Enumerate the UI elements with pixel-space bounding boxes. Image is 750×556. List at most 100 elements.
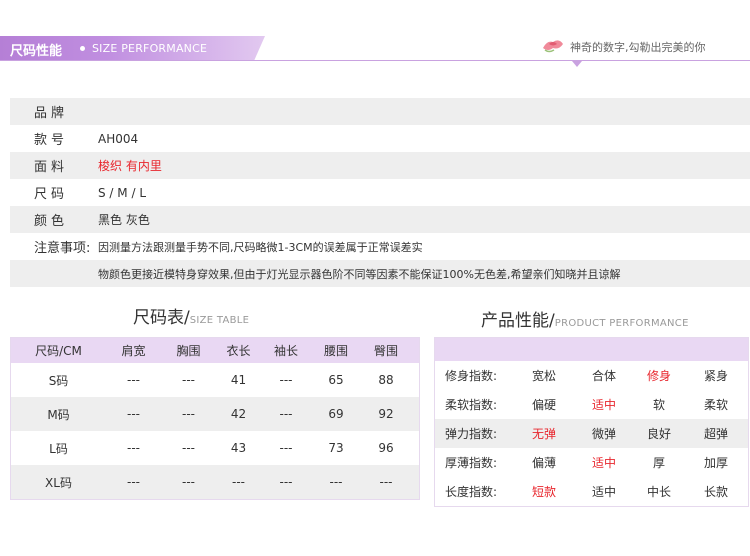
table-cell: --- bbox=[279, 475, 293, 489]
table-row: M码 --- --- 42 --- 69 92 bbox=[11, 397, 419, 431]
perf-label: 柔软指数: bbox=[445, 398, 498, 412]
table-row: L码 --- --- 43 --- 73 96 bbox=[11, 431, 419, 465]
info-value: S / M / L bbox=[98, 185, 146, 200]
perf-option: 柔软 bbox=[703, 398, 728, 412]
perf-row-length: 长度指数: 短款 适中 中长 长款 bbox=[435, 477, 748, 506]
perf-option: 良好 bbox=[646, 427, 671, 441]
info-row-color: 颜色 黑色 灰色 bbox=[10, 206, 750, 233]
header-cell: 衣长 bbox=[226, 344, 251, 358]
header-cell: 尺码/CM bbox=[35, 344, 82, 358]
perf-option: 偏薄 bbox=[531, 456, 556, 470]
perf-option: 适中 bbox=[591, 456, 616, 470]
table-cell: --- bbox=[127, 475, 140, 489]
perf-label: 厚薄指数: bbox=[445, 456, 498, 470]
perf-option: 偏硬 bbox=[531, 398, 556, 412]
table-cell: 65 bbox=[328, 373, 344, 387]
perf-option: 适中 bbox=[591, 398, 616, 412]
table-cell: L码 bbox=[49, 441, 68, 456]
perf-option: 加厚 bbox=[703, 456, 728, 470]
table-cell: 42 bbox=[230, 407, 247, 421]
perf-option: 微弹 bbox=[591, 427, 616, 441]
info-row-notes-continued: 物颜色更接近模特身穿效果,但由于灯光显示器色阶不同等因素不能保证100%无色差,… bbox=[10, 260, 750, 287]
perf-option: 无弹 bbox=[531, 427, 556, 441]
header-cell: 胸围 bbox=[176, 344, 201, 358]
table-cell: --- bbox=[182, 441, 195, 455]
banner-notch-icon bbox=[572, 61, 582, 67]
perf-option: 中长 bbox=[646, 485, 671, 499]
info-row-style-number: 款号 AH004 bbox=[10, 125, 750, 152]
table-cell: 96 bbox=[378, 441, 394, 455]
notes-line-2: 物颜色更接近模特身穿效果,但由于灯光显示器色阶不同等因素不能保证100%无色差,… bbox=[98, 267, 621, 281]
table-cell: 69 bbox=[328, 407, 344, 421]
banner-divider bbox=[0, 60, 750, 61]
performance-table-header bbox=[435, 338, 748, 361]
info-row-size: 尺码 S / M / L bbox=[10, 179, 750, 206]
table-cell: --- bbox=[279, 373, 293, 387]
perf-option: 短款 bbox=[531, 485, 556, 499]
info-label: 尺码 bbox=[34, 187, 69, 202]
table-row: S码 --- --- 41 --- 65 88 bbox=[11, 363, 419, 397]
table-cell: --- bbox=[279, 407, 293, 421]
product-info-table: 品牌 款号 AH004 面料 梭织 有内里 尺码 S / M / L 颜色 黑色… bbox=[10, 98, 750, 287]
banner-title-en: SIZE PERFORMANCE bbox=[92, 42, 208, 55]
table-cell: S码 bbox=[48, 373, 69, 388]
perf-option: 长款 bbox=[703, 485, 728, 499]
table-cell: 73 bbox=[328, 441, 344, 455]
perf-title-cn: 产品性能/ bbox=[481, 311, 555, 331]
header-cell: 袖长 bbox=[273, 344, 298, 358]
table-cell: XL码 bbox=[45, 475, 72, 490]
table-cell: --- bbox=[127, 441, 140, 455]
info-label: 面料 bbox=[34, 160, 69, 175]
info-row-brand: 品牌 bbox=[10, 98, 750, 125]
info-label: 款号 bbox=[34, 133, 69, 148]
header-cell: 肩宽 bbox=[121, 344, 146, 358]
performance-table: 修身指数: 宽松 合体 修身 紧身 柔软指数: 偏硬 适中 软 柔软 弹力指数:… bbox=[434, 337, 749, 507]
perf-option: 软 bbox=[652, 398, 665, 412]
section-banner: 尺码性能 SIZE PERFORMANCE 神奇的数字,勾勒出完美的你 bbox=[0, 36, 750, 67]
table-cell: 92 bbox=[378, 407, 394, 421]
table-row: XL码 --- --- --- --- --- --- bbox=[11, 465, 419, 499]
size-title-cn: 尺码表/ bbox=[133, 308, 190, 328]
table-cell: --- bbox=[127, 407, 140, 421]
perf-option: 紧身 bbox=[703, 369, 728, 383]
banner-title-cn: 尺码性能 bbox=[10, 44, 63, 59]
flower-icon bbox=[543, 40, 563, 53]
perf-option: 超弹 bbox=[703, 427, 728, 441]
table-cell: --- bbox=[182, 373, 195, 387]
size-title-en: SIZE TABLE bbox=[189, 315, 250, 326]
info-row-fabric: 面料 梭织 有内里 bbox=[10, 152, 750, 179]
perf-option: 宽松 bbox=[531, 369, 556, 383]
size-chart-table: 尺码/CM 肩宽 胸围 衣长 袖长 腰围 臀围 S码 --- --- 41 --… bbox=[10, 337, 420, 500]
perf-option: 修身 bbox=[646, 369, 671, 383]
perf-row-elasticity: 弹力指数: 无弹 微弹 良好 超弹 bbox=[435, 419, 748, 448]
perf-label: 弹力指数: bbox=[445, 427, 498, 441]
banner-dot-icon bbox=[80, 46, 85, 51]
table-cell: --- bbox=[279, 441, 293, 455]
perf-row-softness: 柔软指数: 偏硬 适中 软 柔软 bbox=[435, 390, 748, 419]
notes-label: 注意事项: bbox=[34, 241, 91, 256]
performance-title: 产品性能/PRODUCT PERFORMANCE bbox=[481, 306, 689, 331]
info-label: 颜色 bbox=[34, 214, 69, 229]
table-cell: --- bbox=[329, 475, 343, 489]
size-table-header: 尺码/CM 肩宽 胸围 衣长 袖长 腰围 臀围 bbox=[11, 338, 419, 363]
info-label: 品牌 bbox=[34, 106, 69, 121]
perf-option: 合体 bbox=[591, 369, 616, 383]
info-value: 梭织 有内里 bbox=[98, 159, 162, 173]
table-cell: M码 bbox=[47, 407, 70, 422]
info-row-notes: 注意事项: 因测量方法跟测量手势不同,尺码略微1-3CM的误差属于正常误差实 bbox=[10, 233, 750, 260]
perf-row-fit: 修身指数: 宽松 合体 修身 紧身 bbox=[435, 361, 748, 390]
table-cell: --- bbox=[182, 407, 195, 421]
perf-title-en: PRODUCT PERFORMANCE bbox=[554, 318, 689, 329]
table-cell: --- bbox=[232, 475, 245, 489]
perf-label: 修身指数: bbox=[445, 369, 498, 383]
table-cell: --- bbox=[127, 373, 140, 387]
header-cell: 腰围 bbox=[323, 344, 348, 358]
table-cell: 43 bbox=[230, 441, 247, 455]
header-cell: 臀围 bbox=[373, 344, 398, 358]
perf-option: 厚 bbox=[652, 456, 665, 470]
perf-row-thickness: 厚薄指数: 偏薄 适中 厚 加厚 bbox=[435, 448, 748, 477]
info-value: 黑色 灰色 bbox=[98, 213, 150, 227]
notes-line-1: 因测量方法跟测量手势不同,尺码略微1-3CM的误差属于正常误差实 bbox=[98, 240, 423, 254]
table-cell: --- bbox=[182, 475, 195, 489]
slogan-text: 神奇的数字,勾勒出完美的你 bbox=[570, 41, 706, 54]
